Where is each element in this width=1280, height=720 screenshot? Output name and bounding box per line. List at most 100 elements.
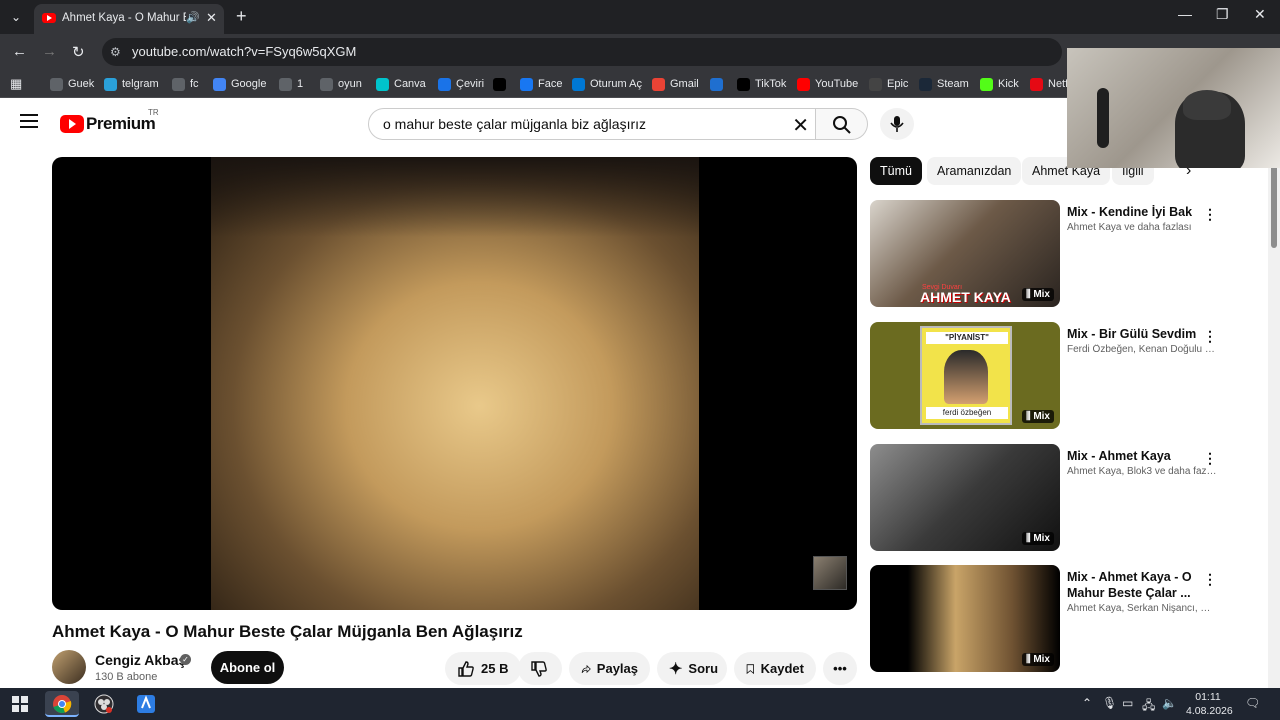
video-player[interactable] <box>52 157 857 610</box>
bookmark-item[interactable]: Google <box>213 76 266 92</box>
recommendation-thumbnail[interactable]: Sevgi Duvarı AHMET KAYA ⫼ Mix <box>870 200 1060 307</box>
bookmark-label: Canva <box>394 78 426 90</box>
tab-title: Ahmet Kaya - O Mahur Beste Çalar Müjganl… <box>62 12 186 24</box>
page-scrollbar[interactable] <box>1268 152 1280 688</box>
subscribe-button[interactable]: Abone ol <box>211 651 284 684</box>
save-button[interactable]: Kaydet <box>734 652 816 685</box>
ask-label: Soru <box>688 661 719 676</box>
taskbar-clock[interactable]: 01:11 4.08.2026 <box>1186 690 1233 718</box>
bookmark-item[interactable]: Guek <box>50 76 94 92</box>
bookmark-favicon-icon <box>1030 77 1043 91</box>
back-arrow-icon[interactable]: ← <box>12 43 27 60</box>
bookmark-item[interactable]: Face <box>520 76 562 92</box>
site-info-icon[interactable]: ⚙ <box>110 45 121 59</box>
taskbar-app[interactable] <box>129 691 163 717</box>
browser-tab-active[interactable]: Ahmet Kaya - O Mahur Beste Çalar Müjganl… <box>34 4 224 34</box>
taskbar-obs[interactable] <box>87 691 121 717</box>
youtube-premium-logo[interactable]: Premium TR <box>60 108 159 134</box>
channel-name[interactable]: Cengiz Akbaş <box>95 652 186 668</box>
recommendation-thumbnail[interactable]: ⫼ Mix <box>870 565 1060 672</box>
tray-battery-icon[interactable]: ▭ <box>1122 696 1133 710</box>
bookmark-item[interactable]: Kick <box>980 76 1019 92</box>
album-title: "PİYANİST" <box>926 332 1008 344</box>
bookmark-item[interactable]: Çeviri <box>438 76 484 92</box>
apps-grid-icon[interactable]: ▦ <box>10 76 22 92</box>
tray-microphone-icon[interactable]: 🎙 <box>1102 696 1117 710</box>
microphone-icon <box>890 116 904 132</box>
bookmark-item[interactable] <box>493 76 506 92</box>
bookmark-item[interactable]: fc <box>172 76 199 92</box>
share-label: Paylaş <box>596 661 638 676</box>
voice-search-button[interactable] <box>880 108 914 140</box>
bookmark-item[interactable]: 1 <box>279 76 303 92</box>
scrollbar-thumb[interactable] <box>1271 160 1277 248</box>
bookmark-favicon-icon <box>797 77 810 91</box>
tray-volume-icon[interactable]: 🔈 <box>1162 696 1177 710</box>
forward-arrow-icon[interactable]: → <box>42 43 57 60</box>
recommendation-title[interactable]: Mix - Ahmet Kaya <box>1067 448 1202 464</box>
taskbar-chrome[interactable] <box>45 691 79 717</box>
bookmark-item[interactable]: YouTube <box>797 76 858 92</box>
bookmark-label: Kick <box>998 78 1019 90</box>
bookmark-item[interactable]: Oturum Aç <box>572 76 642 92</box>
dislike-button[interactable] <box>518 652 562 685</box>
share-button[interactable]: Paylaş <box>569 652 650 685</box>
search-button[interactable] <box>816 108 868 140</box>
channel-avatar[interactable] <box>52 650 86 684</box>
minimize-icon[interactable]: — <box>1178 6 1192 22</box>
more-actions-button[interactable]: ••• <box>823 652 857 685</box>
windows-start-icon[interactable] <box>12 696 28 712</box>
bookmark-item[interactable]: telgram <box>104 76 159 92</box>
more-vertical-icon[interactable]: ⋮ <box>1203 206 1217 223</box>
tray-chevron-icon[interactable]: ⌃ <box>1082 696 1092 710</box>
maximize-icon[interactable]: ❐ <box>1216 6 1229 23</box>
more-vertical-icon[interactable]: ⋮ <box>1203 571 1217 588</box>
reload-icon[interactable]: ↻ <box>72 43 85 61</box>
tab-search-chevron-icon[interactable]: ⌄ <box>6 7 26 27</box>
channel-watermark[interactable] <box>813 556 847 590</box>
bookmark-item[interactable]: Epic <box>869 76 908 92</box>
bookmark-item[interactable]: Gmail <box>652 76 699 92</box>
bookmark-item[interactable]: Canva <box>376 76 426 92</box>
recommendation-item[interactable]: ⫼ Mix Mix - Ahmet Kaya Ahmet Kaya, Blok3… <box>870 444 1270 552</box>
recommendation-item[interactable]: Sevgi Duvarı AHMET KAYA ⫼ Mix Mix - Kend… <box>870 200 1270 308</box>
address-bar[interactable]: ⚙ youtube.com/watch?v=FSyq6w5qXGM <box>102 38 1062 66</box>
clear-search-icon[interactable]: ✕ <box>792 113 809 138</box>
more-vertical-icon[interactable]: ⋮ <box>1203 450 1217 467</box>
menu-icon[interactable] <box>20 114 38 132</box>
recommendation-title[interactable]: Mix - Ahmet Kaya - O Mahur Beste Çalar .… <box>1067 569 1202 601</box>
bookmark-favicon-icon <box>213 77 226 91</box>
chip-all[interactable]: Tümü <box>870 157 922 185</box>
search-input[interactable]: o mahur beste çalar müjganla biz ağlaşır… <box>368 108 816 140</box>
bookmark-favicon-icon <box>493 77 506 91</box>
new-tab-button[interactable]: + <box>236 6 247 27</box>
chip-from-search[interactable]: Aramanızdan <box>927 157 1022 185</box>
bookmark-item[interactable] <box>710 76 723 92</box>
recommendation-title[interactable]: Mix - Bir Gülü Sevdim <box>1067 326 1202 342</box>
bookmark-item[interactable]: TikTok <box>737 76 786 92</box>
album-portrait <box>944 350 988 404</box>
tray-network-icon[interactable]: 🖧 <box>1142 696 1155 717</box>
bookmark-label: oyun <box>338 78 362 90</box>
recommendation-title[interactable]: Mix - Kendine İyi Bak <box>1067 204 1202 220</box>
bookmark-item[interactable]: Netfl <box>1030 76 1071 92</box>
ask-button[interactable]: ✦ Soru <box>657 652 727 685</box>
close-tab-icon[interactable]: ✕ <box>206 10 217 26</box>
logo-text: Premium <box>86 114 156 133</box>
notifications-icon[interactable]: 🗨 <box>1245 696 1260 710</box>
recommendation-thumbnail[interactable]: ⫼ Mix <box>870 444 1060 551</box>
recommendation-thumbnail[interactable]: "PİYANİST" ferdi özbeğen ⫼ Mix <box>870 322 1060 429</box>
youtube-logo-icon <box>60 115 84 133</box>
more-vertical-icon[interactable]: ⋮ <box>1203 328 1217 345</box>
audio-playing-icon[interactable]: 🔊 <box>186 11 200 24</box>
recommendation-item[interactable]: "PİYANİST" ferdi özbeğen ⫼ Mix Mix - Bir… <box>870 322 1270 430</box>
bookmark-item[interactable]: Steam <box>919 76 969 92</box>
windows-taskbar: ⌃ 🎙 ▭ 🖧 🔈 01:11 4.08.2026 🗨 <box>0 688 1280 720</box>
chrome-icon <box>53 695 72 714</box>
thumbs-up-icon <box>458 660 474 677</box>
like-button[interactable]: 25 B <box>445 652 521 685</box>
sparkle-icon: ✦ <box>669 660 683 678</box>
close-window-icon[interactable]: ✕ <box>1254 6 1266 23</box>
recommendation-item[interactable]: ⫼ Mix Mix - Ahmet Kaya - O Mahur Beste Ç… <box>870 565 1270 673</box>
bookmark-item[interactable]: oyun <box>320 76 362 92</box>
